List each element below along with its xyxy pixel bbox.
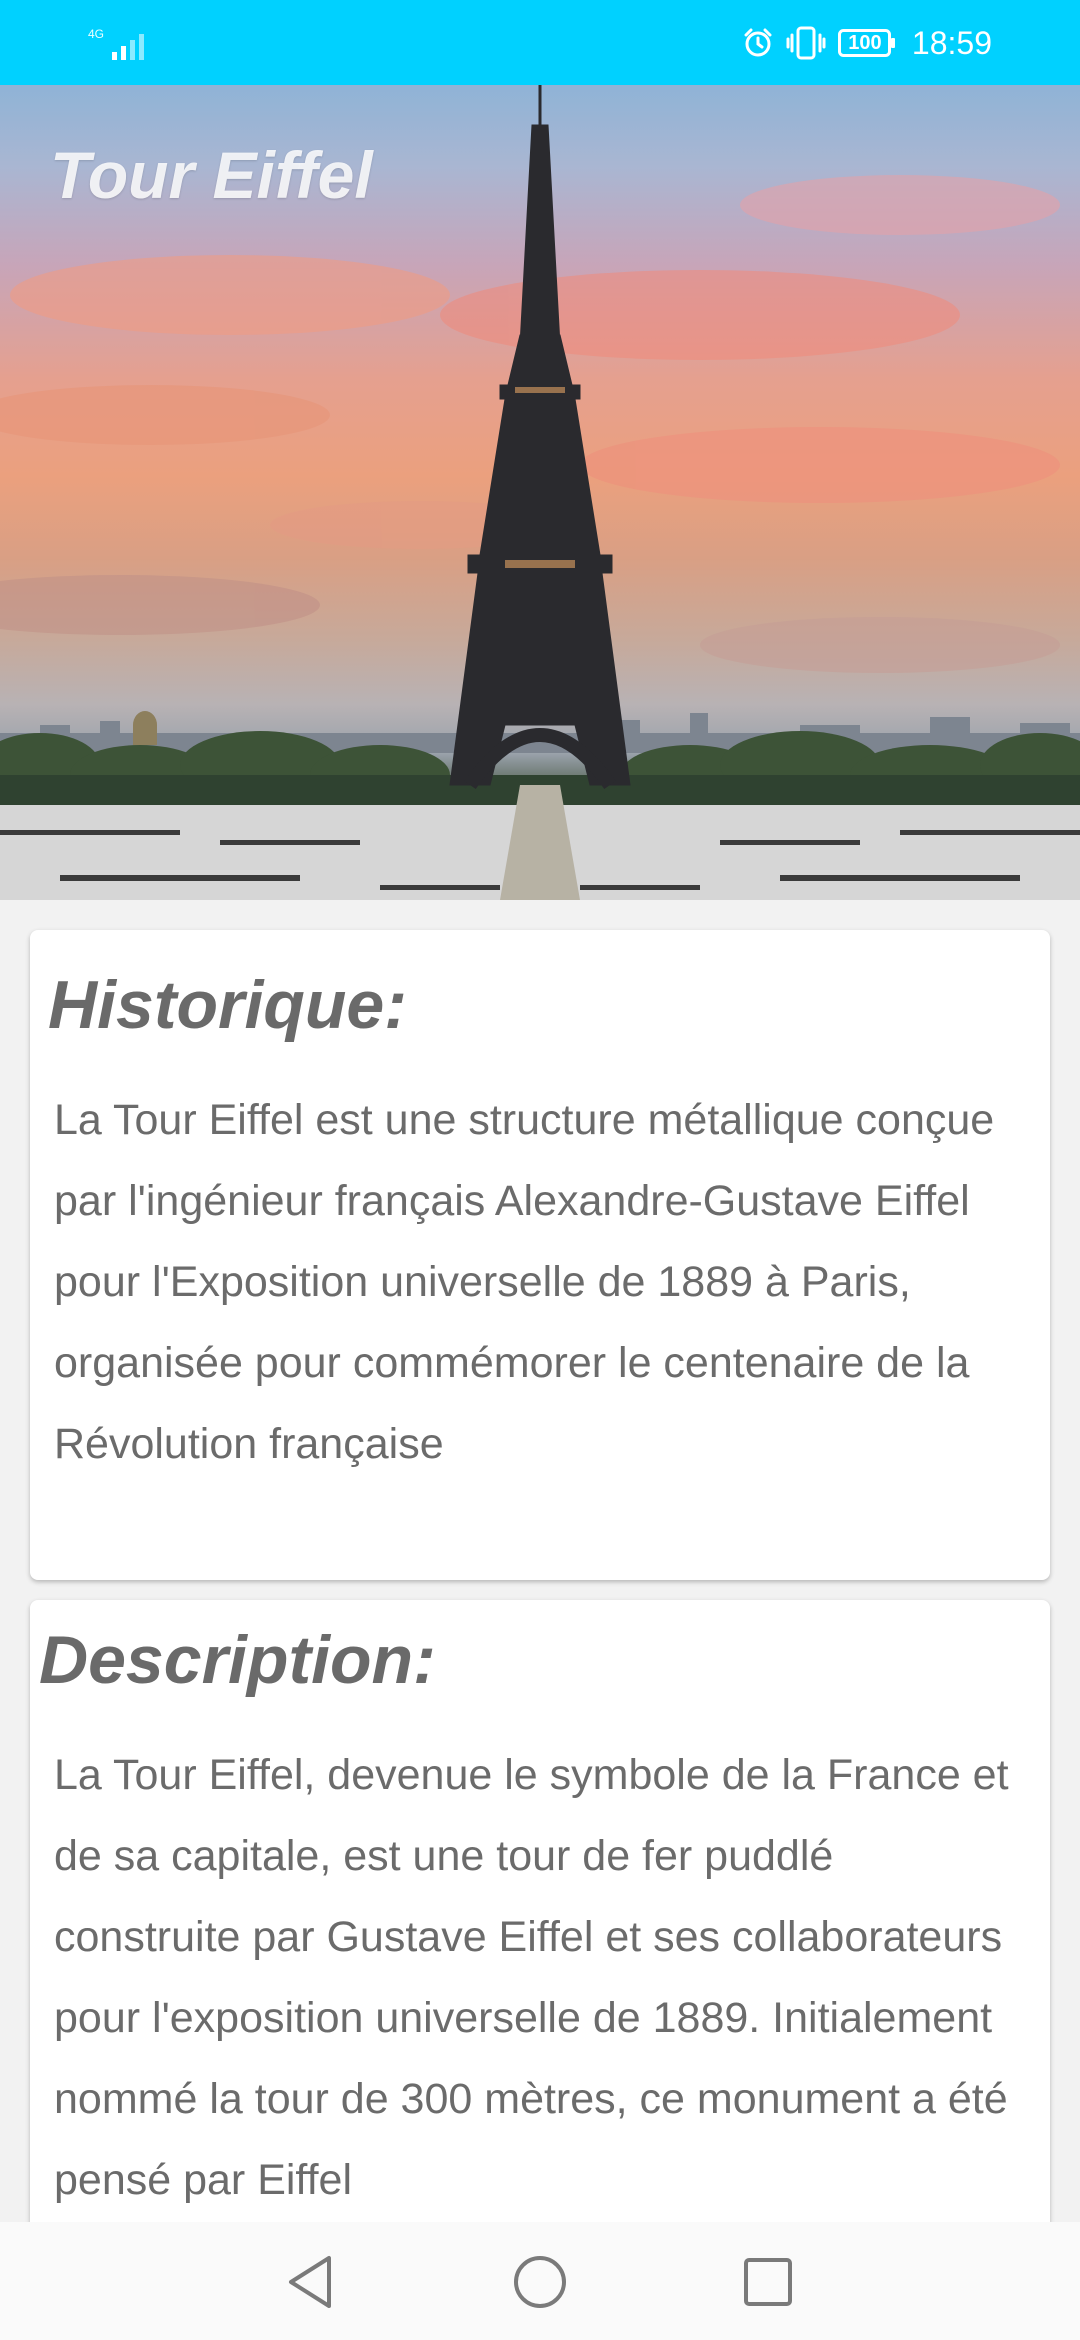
signal-icon — [112, 34, 145, 60]
alarm-icon — [744, 28, 772, 57]
back-button[interactable] — [275, 2247, 345, 2317]
back-icon — [289, 2256, 331, 2308]
hero-image: Tour Eiffel — [0, 85, 1080, 900]
home-button[interactable] — [505, 2247, 575, 2317]
status-bar: 4G 100 18:59 — [0, 0, 1080, 85]
clock: 18:59 — [911, 25, 992, 61]
navigation-bar — [0, 2222, 1080, 2340]
recent-apps-button[interactable] — [733, 2247, 803, 2317]
home-icon — [514, 2256, 566, 2308]
description-card: Description: La Tour Eiffel, devenue le … — [30, 1600, 1050, 2222]
status-left: 4G — [88, 22, 156, 62]
history-text: La Tour Eiffel est une structure métalli… — [54, 1096, 995, 1468]
network-type-label: 4G — [88, 27, 105, 41]
hero-title: Tour Eiffel — [50, 138, 373, 212]
description-title: Description: — [39, 1622, 436, 1698]
content-scroll[interactable]: Historique: La Tour Eiffel est une struc… — [0, 900, 1080, 2222]
recent-apps-icon — [744, 2258, 792, 2306]
vibrate-icon — [786, 26, 826, 60]
description-text: La Tour Eiffel, devenue le symbole de la… — [54, 1751, 1009, 2204]
history-card: Historique: La Tour Eiffel est une struc… — [30, 930, 1050, 1580]
battery-icon: 100 — [837, 29, 896, 57]
history-title: Historique: — [48, 967, 407, 1043]
battery-level: 100 — [848, 32, 882, 54]
status-right: 100 18:59 — [742, 22, 992, 64]
